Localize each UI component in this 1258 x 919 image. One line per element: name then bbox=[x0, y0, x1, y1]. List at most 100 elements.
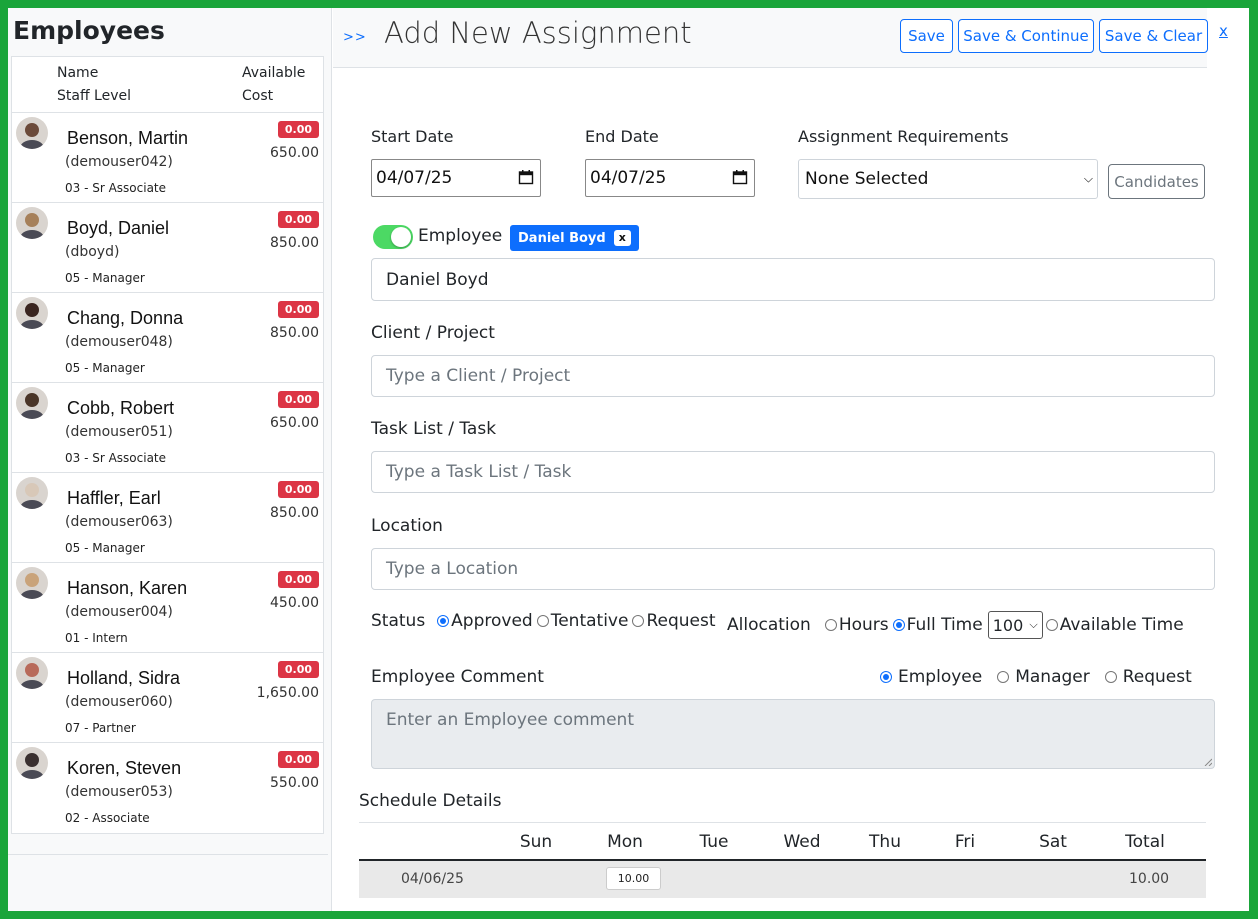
available-badge: 0.00 bbox=[277, 211, 319, 228]
start-date-input[interactable]: 04/07/25 bbox=[371, 159, 541, 197]
comment-employee-radio[interactable] bbox=[880, 671, 892, 683]
save-clear-button[interactable]: Save & Clear bbox=[1099, 19, 1208, 53]
allocation-available-label: Available Time bbox=[1059, 615, 1184, 635]
allocation-percent-value: 100 bbox=[992, 615, 1024, 635]
allocation-percent-select[interactable]: 100 ⌵ bbox=[987, 611, 1043, 639]
chevron-down-icon: ⌵ bbox=[1083, 171, 1093, 186]
column-header-staff-level: Staff Level bbox=[57, 88, 132, 104]
end-date-label: End Date bbox=[585, 127, 659, 146]
status-tentative-radio[interactable] bbox=[536, 615, 549, 627]
schedule-row: 04/06/25 10.00 10.00 bbox=[359, 861, 1206, 898]
employee-cost: 850.00 bbox=[270, 235, 319, 251]
employee-row[interactable]: Holland, Sidra (demouser060) 07 - Partner 0… bbox=[12, 653, 323, 743]
day-header-wed: Wed bbox=[783, 832, 821, 852]
employee-row[interactable]: Chang, Donna (demouser048) 05 - Manager 0.0… bbox=[12, 293, 323, 383]
day-header-total: Total bbox=[1125, 832, 1165, 852]
task-placeholder: Type a Task List / Task bbox=[386, 462, 572, 482]
employee-input-value: Daniel Boyd bbox=[386, 269, 489, 290]
avatar bbox=[16, 117, 48, 149]
person-avatar-icon bbox=[16, 657, 48, 689]
status-tentative-label: Tentative bbox=[550, 611, 629, 631]
end-date-input[interactable]: 04/07/25 bbox=[585, 159, 755, 197]
employee-staff-level: 03 - Sr Associate bbox=[65, 451, 167, 465]
status-request-label: Request bbox=[646, 611, 716, 631]
employee-cost: 550.00 bbox=[270, 775, 319, 791]
candidates-button[interactable]: Candidates bbox=[1108, 164, 1205, 199]
available-badge: 0.00 bbox=[277, 391, 319, 408]
employee-comment-textarea[interactable]: Enter an Employee comment bbox=[371, 699, 1215, 769]
avatar bbox=[16, 207, 48, 239]
employee-name: Koren, Steven bbox=[67, 758, 182, 778]
status-request-radio[interactable] bbox=[632, 615, 645, 627]
calendar-icon[interactable] bbox=[732, 169, 748, 185]
calendar-icon[interactable] bbox=[518, 169, 534, 185]
comment-manager-radio[interactable] bbox=[997, 671, 1010, 683]
employee-toggle[interactable] bbox=[373, 225, 413, 249]
day-header-sun: Sun bbox=[519, 832, 553, 852]
remove-chip-button[interactable]: x bbox=[613, 230, 631, 246]
mon-hours-input[interactable]: 10.00 bbox=[606, 867, 661, 890]
employee-chip: Daniel Boyd x bbox=[510, 225, 639, 251]
requirements-select[interactable]: None Selected ⌵ bbox=[798, 159, 1098, 199]
employee-username: (demouser042) bbox=[65, 154, 173, 170]
employee-cost: 650.00 bbox=[270, 145, 319, 161]
week-date: 04/06/25 bbox=[401, 871, 464, 887]
employee-row[interactable]: Haffler, Earl (demouser063) 05 - Manager 0.… bbox=[12, 473, 323, 563]
resize-grip-icon[interactable] bbox=[1204, 758, 1212, 766]
page-title: Add New Assignment bbox=[384, 16, 692, 50]
employee-name: Cobb, Robert bbox=[67, 398, 175, 418]
save-continue-button[interactable]: Save & Continue bbox=[958, 19, 1094, 53]
column-header-available: Available bbox=[242, 65, 306, 81]
employee-cost: 450.00 bbox=[270, 595, 319, 611]
comment-request-radio[interactable] bbox=[1104, 671, 1117, 683]
comment-label: Employee Comment bbox=[371, 667, 544, 687]
avatar bbox=[16, 747, 48, 779]
available-badge: 0.00 bbox=[277, 571, 319, 588]
available-badge: 0.00 bbox=[277, 301, 319, 318]
employee-staff-level: 07 - Partner bbox=[65, 721, 136, 735]
app-frame: Employees Name Available Staff Level Cos… bbox=[8, 8, 1249, 911]
day-header-sat: Sat bbox=[1039, 832, 1067, 852]
client-input[interactable]: Type a Client / Project bbox=[371, 355, 1215, 397]
client-label: Client / Project bbox=[371, 323, 495, 343]
avatar bbox=[16, 387, 48, 419]
start-date-value: 04/07/25 bbox=[376, 168, 453, 188]
employee-label: Employee bbox=[418, 226, 503, 246]
schedule-table: Sun Mon Tue Wed Thu Fri Sat Total 04/06/… bbox=[359, 822, 1206, 898]
employee-cost: 650.00 bbox=[270, 415, 319, 431]
schedule-title: Schedule Details bbox=[359, 791, 502, 811]
available-badge: 0.00 bbox=[277, 661, 319, 678]
task-input[interactable]: Type a Task List / Task bbox=[371, 451, 1215, 493]
employee-row[interactable]: Cobb, Robert (demouser051) 03 - Sr Associa… bbox=[12, 383, 323, 473]
allocation-hours-radio[interactable] bbox=[824, 619, 837, 631]
employee-row[interactable]: Koren, Steven (demouser053) 02 - Associate… bbox=[12, 743, 323, 833]
person-avatar-icon bbox=[16, 567, 48, 599]
expand-sidebar-button[interactable]: >> bbox=[343, 30, 367, 45]
allocation-hours-label: Hours bbox=[838, 615, 889, 635]
employee-sidebar: Employees Name Available Staff Level Cos… bbox=[8, 8, 332, 911]
avatar bbox=[16, 657, 48, 689]
employee-row[interactable]: Hanson, Karen (demouser004) 01 - Intern 0.0… bbox=[12, 563, 323, 653]
location-input[interactable]: Type a Location bbox=[371, 548, 1215, 590]
comment-request-label: Request bbox=[1122, 667, 1192, 687]
employee-staff-level: 01 - Intern bbox=[65, 631, 128, 645]
employee-staff-level: 05 - Manager bbox=[65, 541, 145, 555]
save-button[interactable]: Save bbox=[900, 19, 953, 53]
row-total: 10.00 bbox=[1129, 871, 1170, 887]
employee-row[interactable]: Benson, Martin (demouser042) 03 - Sr Assoc… bbox=[12, 113, 323, 203]
employee-staff-level: 05 - Manager bbox=[65, 271, 145, 285]
employee-username: (demouser063) bbox=[65, 514, 173, 530]
employee-row[interactable]: Boyd, Daniel (dboyd) 05 - Manager 0.00 850.0… bbox=[12, 203, 323, 293]
employee-input[interactable]: Daniel Boyd bbox=[371, 258, 1215, 301]
available-badge: 0.00 bbox=[277, 481, 319, 498]
employee-name: Chang, Donna bbox=[67, 308, 184, 328]
allocation-available-radio[interactable] bbox=[1045, 619, 1058, 631]
allocation-fulltime-radio[interactable] bbox=[892, 619, 905, 631]
day-header-tue: Tue bbox=[699, 832, 729, 852]
employee-cost: 850.00 bbox=[270, 325, 319, 341]
close-button[interactable]: x bbox=[1219, 22, 1228, 40]
avatar bbox=[16, 567, 48, 599]
schedule-header: Sun Mon Tue Wed Thu Fri Sat Total bbox=[359, 823, 1206, 861]
status-approved-radio[interactable] bbox=[437, 615, 450, 627]
employee-name: Benson, Martin bbox=[67, 128, 189, 148]
